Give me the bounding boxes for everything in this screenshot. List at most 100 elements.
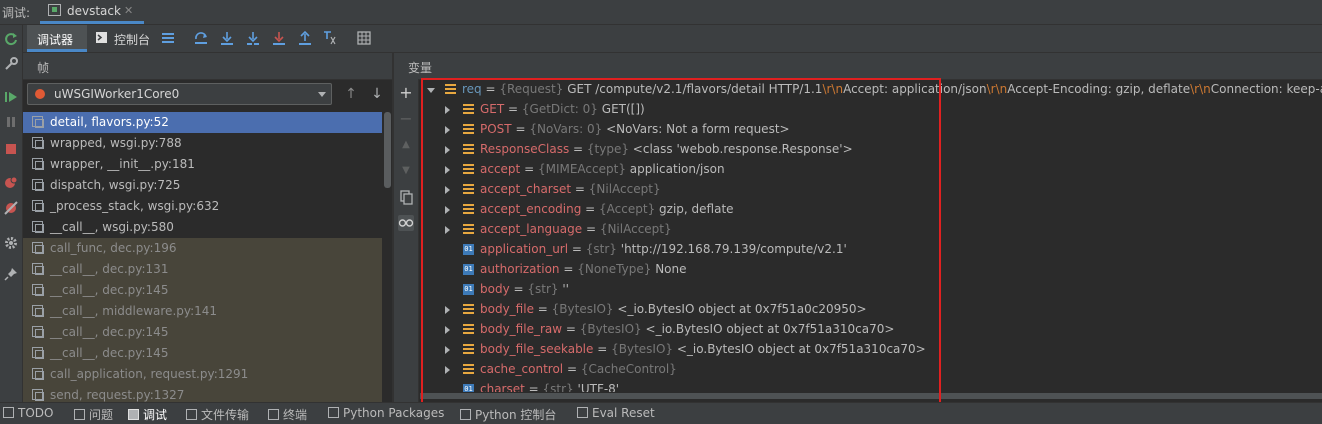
pause-icon[interactable] [4,115,18,129]
variable-name: POST [480,122,512,136]
frame-row[interactable]: __call__, dec.py:145 [23,343,382,364]
run-config-icon [48,4,61,16]
view-breakpoints-icon[interactable] [4,175,18,189]
frame-row[interactable]: __call__, dec.py:131 [23,259,382,280]
resume-icon[interactable] [4,90,18,104]
frame-row[interactable]: __call__, middleware.py:141 [23,301,382,322]
variable-row[interactable]: 01 authorization = {NoneType} None [420,260,1322,280]
chevron-right-icon[interactable] [445,186,450,194]
variable-type: {Accept} [599,202,656,216]
tab-debugger[interactable]: 调试器 [27,25,87,52]
chevron-right-icon[interactable] [445,126,450,134]
frame-row[interactable]: __call__, dec.py:145 [23,322,382,343]
chevron-right-icon[interactable] [445,206,450,214]
chevron-right-icon[interactable] [445,326,450,334]
rerun-icon[interactable] [4,32,18,46]
tool-window-packages[interactable]: Python Packages [328,406,444,420]
variable-name: GET [480,102,505,116]
close-icon[interactable]: ✕ [124,4,133,17]
frame-row[interactable]: __call__, wsgi.py:580 [23,217,382,238]
arrow-up-icon[interactable]: ↑ [344,86,358,102]
variable-row[interactable]: cache_control = {CacheControl} [420,360,1322,380]
tab-console[interactable]: 控制台 [91,25,159,52]
remove-watch-icon[interactable]: − [398,111,414,127]
run-to-cursor-icon[interactable] [323,31,337,45]
variables-scrollbar-thumb[interactable] [420,393,1322,399]
arrow-down-icon[interactable]: ↓ [370,86,384,102]
primitive-value-icon: 01 [463,284,474,295]
variable-text: POST = {NoVars: 0} <NoVars: Not a form r… [480,122,790,136]
frame-row[interactable]: call_func, dec.py:196 [23,238,382,259]
frame-row[interactable]: send, request.py:1327 [23,385,382,402]
frame-row[interactable]: dispatch, wsgi.py:725 [23,175,382,196]
variable-row[interactable]: POST = {NoVars: 0} <NoVars: Not a form r… [420,120,1322,140]
step-into-my-code-icon[interactable] [246,31,260,45]
variable-row[interactable]: body_file_seekable = {BytesIO} <_io.Byte… [420,340,1322,360]
menu-icon[interactable] [161,31,175,45]
tool-window-problems[interactable]: 问题 [74,406,113,423]
frame-label: __call__, dec.py:145 [50,325,169,339]
equals-sign: = [593,342,612,356]
chevron-right-icon[interactable] [445,346,450,354]
variable-row[interactable]: GET = {GetDict: 0} GET([]) [420,100,1322,120]
move-down-icon[interactable]: ▼ [398,163,414,179]
frame-row[interactable]: wrapper, __init__.py:181 [23,154,382,175]
tool-window-terminal[interactable]: 终端 [268,406,307,423]
tool-window-bug[interactable]: 调试 [128,406,167,423]
gear-icon[interactable] [4,236,18,250]
frame-row[interactable]: wrapped, wsgi.py:788 [23,133,382,154]
step-out-icon[interactable] [298,31,312,45]
equals-sign: = [581,202,600,216]
frame-row[interactable]: detail, flavors.py:52 [23,112,382,133]
chevron-right-icon[interactable] [445,226,450,234]
frame-row[interactable]: call_application, request.py:1291 [23,364,382,385]
variable-row[interactable]: accept_language = {NilAccept} [420,220,1322,240]
frames-scrollbar-thumb[interactable] [384,112,391,188]
variable-row[interactable]: body_file_raw = {BytesIO} <_io.BytesIO o… [420,320,1322,340]
add-watch-icon[interactable]: + [398,85,414,101]
variables-side-toolbar: + − ▲ ▼ [394,79,419,402]
tool-window-python-console[interactable]: Python 控制台 [460,406,556,423]
python-console-icon [460,409,471,420]
frame-row[interactable]: _process_stack, wsgi.py:632 [23,196,382,217]
force-step-into-icon[interactable] [272,31,286,45]
variable-row[interactable]: accept_charset = {NilAccept} [420,180,1322,200]
variable-row[interactable]: body_file = {BytesIO} <_io.BytesIO objec… [420,300,1322,320]
object-icon [463,184,474,195]
wrench-icon[interactable] [4,57,18,71]
variable-row[interactable]: 01 body = {str} '' [420,280,1322,300]
frame-label: wrapped, wsgi.py:788 [50,136,182,150]
tab-devstack[interactable]: devstack ✕ [40,0,144,24]
variable-row[interactable]: accept = {MIMEAccept} application/json [420,160,1322,180]
copy-icon[interactable] [398,189,414,205]
tool-window-list[interactable]: TODO [3,406,53,420]
chevron-right-icon[interactable] [445,306,450,314]
move-up-icon[interactable]: ▲ [398,137,414,153]
variable-row[interactable]: ResponseClass = {type} <class 'webob.res… [420,140,1322,160]
stop-icon[interactable] [4,142,18,156]
tool-window-transfer[interactable]: 文件传输 [186,406,249,423]
evaluate-expression-icon[interactable] [357,31,371,45]
chevron-right-icon[interactable] [445,106,450,114]
object-icon [463,224,474,235]
chevron-down-icon[interactable] [427,88,435,93]
variable-row[interactable]: 01 application_url = {str} 'http://192.16… [420,240,1322,260]
object-icon [463,204,474,215]
frame-label: __call__, dec.py:145 [50,346,169,360]
equals-sign: = [511,122,530,136]
pin-icon[interactable] [4,267,18,281]
frame-row[interactable]: __call__, dec.py:145 [23,280,382,301]
chevron-right-icon[interactable] [445,146,450,154]
variable-name: req [462,82,482,96]
frame-label: dispatch, wsgi.py:725 [50,178,181,192]
mute-breakpoints-icon[interactable] [4,201,18,215]
variable-row[interactable]: req = {Request} GET /compute/v2.1/flavor… [420,80,1322,100]
chevron-right-icon[interactable] [445,166,450,174]
step-into-icon[interactable] [220,31,234,45]
tool-window-eval-reset[interactable]: Eval Reset [577,406,655,420]
step-over-icon[interactable] [194,31,208,45]
chevron-right-icon[interactable] [445,366,450,374]
thread-selector[interactable]: uWSGIWorker1Core0 [27,83,332,105]
variable-row[interactable]: accept_encoding = {Accept} gzip, deflate [420,200,1322,220]
glasses-icon[interactable] [398,215,414,231]
